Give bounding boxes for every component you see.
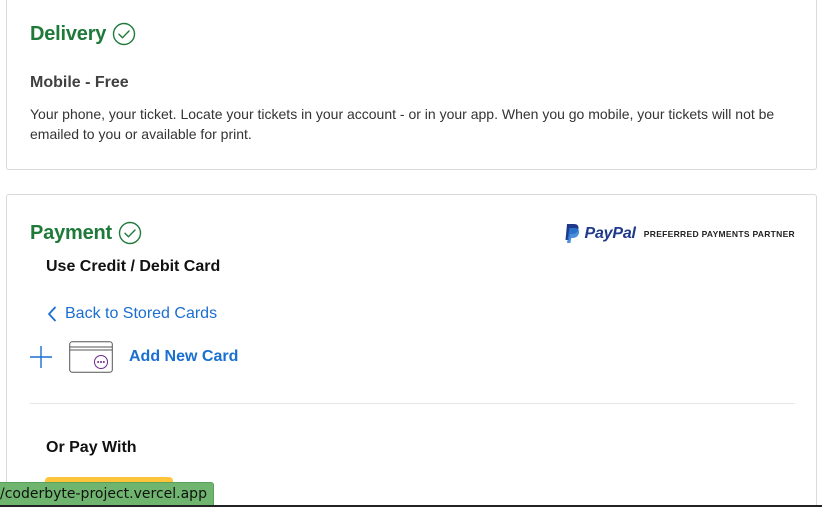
check-circle-icon — [113, 22, 136, 46]
delivery-section: Delivery Mobile - Free Your phone, your … — [6, 0, 817, 170]
or-pay-with-heading: Or Pay With — [46, 439, 137, 456]
delivery-title: Delivery — [30, 22, 136, 46]
paypal-wordmark: PayPal — [584, 224, 636, 242]
paypal-logo-icon — [565, 224, 580, 243]
payment-title-text: Payment — [30, 221, 112, 244]
check-circle-icon — [118, 221, 142, 245]
credit-card-icon — [69, 341, 113, 373]
payment-section: Payment PayPal PREFERRED PAYMENTS PARTNE… — [6, 194, 817, 507]
add-new-card-label: Add New Card — [129, 348, 239, 365]
back-to-stored-cards-link[interactable]: Back to Stored Cards — [47, 305, 217, 323]
divider — [30, 403, 795, 404]
paypal-tagline: PREFERRED PAYMENTS PARTNER — [643, 228, 795, 239]
plus-icon — [30, 346, 52, 368]
back-link-label: Back to Stored Cards — [65, 305, 218, 322]
delivery-method-title: Mobile - Free — [30, 74, 129, 91]
use-card-heading: Use Credit / Debit Card — [46, 258, 221, 275]
paypal-partner-badge: PayPal PREFERRED PAYMENTS PARTNER — [564, 223, 795, 244]
add-new-card-button[interactable]: Add New Card — [29, 341, 238, 373]
chevron-left-icon — [48, 306, 56, 322]
delivery-title-text: Delivery — [30, 22, 107, 45]
payment-title: Payment — [30, 221, 142, 245]
paypal-logo: PayPal — [564, 223, 636, 244]
browser-status-url: /coderbyte-project.vercel.app — [0, 482, 214, 507]
delivery-method-description: Your phone, your ticket. Locate your tic… — [30, 106, 775, 142]
checkout-page: Delivery Mobile - Free Your phone, your … — [0, 0, 822, 507]
